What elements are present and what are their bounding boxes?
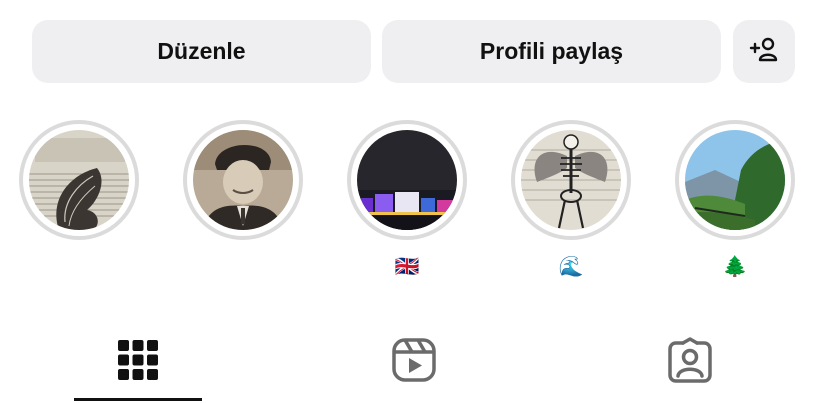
tagged-icon [667,336,713,388]
edit-profile-label: Düzenle [157,38,246,64]
highlight-ring [183,120,303,240]
active-tab-indicator [74,398,202,401]
highlight-label: 🌲 [722,254,748,278]
story-highlight[interactable]: 🇬🇧 [343,120,471,282]
highlight-ring [19,120,139,240]
highlight-ring [347,120,467,240]
story-highlight[interactable] [15,120,143,282]
highlight-cover-valley [685,130,785,230]
highlight-ring [511,120,631,240]
discover-people-button[interactable] [733,20,795,83]
grid-icon [117,339,159,386]
share-profile-button[interactable]: Profili paylaş [382,20,721,83]
story-highlight[interactable]: 🌊 [507,120,635,282]
tab-posts-grid[interactable] [74,330,202,394]
highlight-cover-butterfly [29,130,129,230]
highlight-ring [675,120,795,240]
edit-profile-button[interactable]: Düzenle [32,20,371,83]
story-highlight[interactable]: 🌲 [671,120,799,282]
highlight-cover-portrait [193,130,293,230]
tab-tagged[interactable] [626,330,754,394]
highlight-label: 🌊 [558,254,584,278]
add-person-icon [749,36,779,68]
reels-icon [391,337,437,388]
highlight-cover-night-castle [357,130,457,230]
story-highlight[interactable] [179,120,307,282]
share-profile-label: Profili paylaş [479,38,624,64]
highlight-label: 🇬🇧 [394,254,420,278]
highlight-cover-skeleton [521,130,621,230]
tab-reels[interactable] [350,330,478,394]
